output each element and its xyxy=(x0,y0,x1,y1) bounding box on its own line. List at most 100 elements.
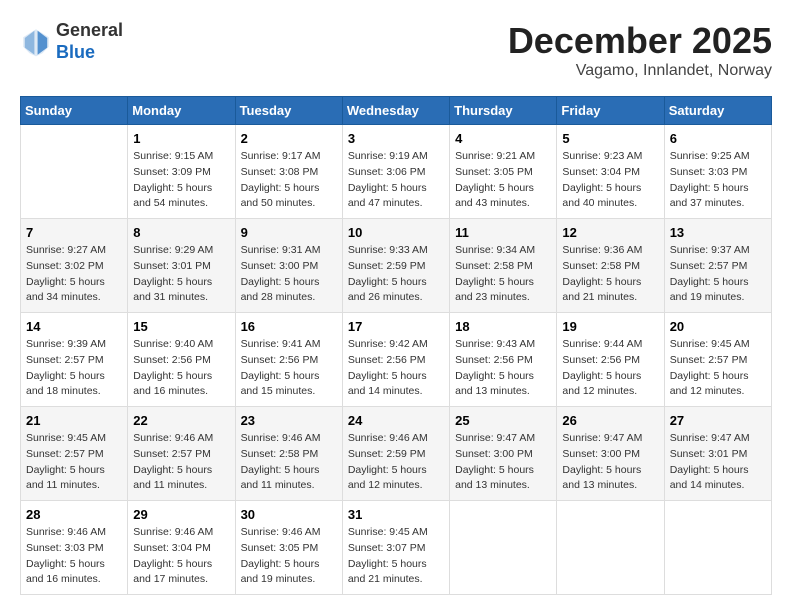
day-info: Sunrise: 9:27 AMSunset: 3:02 PMDaylight:… xyxy=(26,243,122,306)
col-friday: Friday xyxy=(557,97,664,125)
day-number: 28 xyxy=(26,507,122,522)
calendar-cell: 10 Sunrise: 9:33 AMSunset: 2:59 PMDayligh… xyxy=(342,219,449,313)
calendar-cell xyxy=(21,125,128,219)
calendar-cell: 29Sunrise: 9:46 AMSunset: 3:04 PMDayligh… xyxy=(128,501,235,595)
calendar-cell: 23 Sunrise: 9:46 AMSunset: 2:58 PMDayligh… xyxy=(235,407,342,501)
day-info: Sunrise: 9:44 AMSunset: 2:56 PMDaylight:… xyxy=(562,337,658,400)
calendar-cell xyxy=(450,501,557,595)
day-number: 3 xyxy=(348,131,444,146)
day-info: Sunrise: 9:17 AMSunset: 3:08 PMDaylight:… xyxy=(241,149,337,212)
day-info: Sunrise: 9:25 AMSunset: 3:03 PMDaylight:… xyxy=(670,149,766,212)
calendar-cell: 2 Sunrise: 9:17 AMSunset: 3:08 PMDaylight… xyxy=(235,125,342,219)
day-info: Sunrise: 9:34 AMSunset: 2:58 PMDaylight:… xyxy=(455,243,551,306)
day-number: 26 xyxy=(562,413,658,428)
calendar-cell xyxy=(664,501,771,595)
calendar-cell: 11 Sunrise: 9:34 AMSunset: 2:58 PMDayligh… xyxy=(450,219,557,313)
calendar-body: 1 Sunrise: 9:15 AMSunset: 3:09 PMDaylight… xyxy=(21,125,772,595)
day-number: 25 xyxy=(455,413,551,428)
day-info: Sunrise: 9:33 AMSunset: 2:59 PMDaylight:… xyxy=(348,243,444,306)
day-number: 7 xyxy=(26,225,122,240)
day-info: Sunrise: 9:39 AMSunset: 2:57 PMDaylight:… xyxy=(26,337,122,400)
day-info: Sunrise: 9:19 AMSunset: 3:06 PMDaylight:… xyxy=(348,149,444,212)
day-info: Sunrise: 9:47 AMSunset: 3:00 PMDaylight:… xyxy=(562,431,658,494)
col-saturday: Saturday xyxy=(664,97,771,125)
day-number: 31 xyxy=(348,507,444,522)
day-info: Sunrise: 9:46 AMSunset: 2:58 PMDaylight:… xyxy=(241,431,337,494)
day-number: 23 xyxy=(241,413,337,428)
col-tuesday: Tuesday xyxy=(235,97,342,125)
calendar-cell: 8 Sunrise: 9:29 AMSunset: 3:01 PMDaylight… xyxy=(128,219,235,313)
calendar-week-3: 14 Sunrise: 9:39 AMSunset: 2:57 PMDayligh… xyxy=(21,313,772,407)
day-number: 9 xyxy=(241,225,337,240)
day-info: Sunrise: 9:29 AMSunset: 3:01 PMDaylight:… xyxy=(133,243,229,306)
day-number: 6 xyxy=(670,131,766,146)
day-info: Sunrise: 9:47 AMSunset: 3:00 PMDaylight:… xyxy=(455,431,551,494)
day-number: 11 xyxy=(455,225,551,240)
day-number: 8 xyxy=(133,225,229,240)
day-info: Sunrise: 9:46 AMSunset: 3:05 PMDaylight:… xyxy=(241,525,337,588)
calendar-cell: 4 Sunrise: 9:21 AMSunset: 3:05 PMDaylight… xyxy=(450,125,557,219)
calendar-cell: 25 Sunrise: 9:47 AMSunset: 3:00 PMDayligh… xyxy=(450,407,557,501)
day-number: 12 xyxy=(562,225,658,240)
calendar-cell: 26 Sunrise: 9:47 AMSunset: 3:00 PMDayligh… xyxy=(557,407,664,501)
day-info: Sunrise: 9:41 AMSunset: 2:56 PMDaylight:… xyxy=(241,337,337,400)
col-sunday: Sunday xyxy=(21,97,128,125)
day-info: Sunrise: 9:45 AMSunset: 3:07 PMDaylight:… xyxy=(348,525,444,588)
day-info: Sunrise: 9:31 AMSunset: 3:00 PMDaylight:… xyxy=(241,243,337,306)
col-wednesday: Wednesday xyxy=(342,97,449,125)
calendar-cell xyxy=(557,501,664,595)
day-number: 29 xyxy=(133,507,229,522)
day-number: 27 xyxy=(670,413,766,428)
day-info: Sunrise: 9:46 AMSunset: 2:59 PMDaylight:… xyxy=(348,431,444,494)
day-number: 4 xyxy=(455,131,551,146)
logo: General Blue xyxy=(20,20,123,63)
day-info: Sunrise: 9:43 AMSunset: 2:56 PMDaylight:… xyxy=(455,337,551,400)
logo-icon xyxy=(20,26,52,58)
calendar-cell: 16 Sunrise: 9:41 AMSunset: 2:56 PMDayligh… xyxy=(235,313,342,407)
calendar-cell: 12 Sunrise: 9:36 AMSunset: 2:58 PMDayligh… xyxy=(557,219,664,313)
location-subtitle: Vagamo, Innlandet, Norway xyxy=(508,62,772,80)
day-number: 22 xyxy=(133,413,229,428)
calendar-cell: 17 Sunrise: 9:42 AMSunset: 2:56 PMDayligh… xyxy=(342,313,449,407)
col-thursday: Thursday xyxy=(450,97,557,125)
day-info: Sunrise: 9:23 AMSunset: 3:04 PMDaylight:… xyxy=(562,149,658,212)
logo-general: General xyxy=(56,20,123,42)
day-number: 15 xyxy=(133,319,229,334)
calendar-cell: 1 Sunrise: 9:15 AMSunset: 3:09 PMDaylight… xyxy=(128,125,235,219)
calendar-week-1: 1 Sunrise: 9:15 AMSunset: 3:09 PMDaylight… xyxy=(21,125,772,219)
day-info: Sunrise: 9:21 AMSunset: 3:05 PMDaylight:… xyxy=(455,149,551,212)
calendar-week-5: 28 Sunrise: 9:46 AMSunset: 3:03 PMDayligh… xyxy=(21,501,772,595)
day-number: 18 xyxy=(455,319,551,334)
calendar-cell: 6 Sunrise: 9:25 AMSunset: 3:03 PMDaylight… xyxy=(664,125,771,219)
day-info: Sunrise: 9:15 AMSunset: 3:09 PMDaylight:… xyxy=(133,149,229,212)
day-info: Sunrise: 9:40 AMSunset: 2:56 PMDaylight:… xyxy=(133,337,229,400)
day-number: 16 xyxy=(241,319,337,334)
calendar-cell: 18 Sunrise: 9:43 AMSunset: 2:56 PMDayligh… xyxy=(450,313,557,407)
calendar-cell: 20Sunrise: 9:45 AMSunset: 2:57 PMDayligh… xyxy=(664,313,771,407)
day-number: 2 xyxy=(241,131,337,146)
day-number: 17 xyxy=(348,319,444,334)
day-info: Sunrise: 9:47 AMSunset: 3:01 PMDaylight:… xyxy=(670,431,766,494)
month-title: December 2025 xyxy=(508,20,772,62)
calendar-week-4: 21Sunrise: 9:45 AMSunset: 2:57 PMDayligh… xyxy=(21,407,772,501)
day-number: 24 xyxy=(348,413,444,428)
calendar-week-2: 7 Sunrise: 9:27 AMSunset: 3:02 PMDaylight… xyxy=(21,219,772,313)
calendar-cell: 15 Sunrise: 9:40 AMSunset: 2:56 PMDayligh… xyxy=(128,313,235,407)
logo-blue: Blue xyxy=(56,42,123,64)
col-monday: Monday xyxy=(128,97,235,125)
day-info: Sunrise: 9:36 AMSunset: 2:58 PMDaylight:… xyxy=(562,243,658,306)
header-row: Sunday Monday Tuesday Wednesday Thursday… xyxy=(21,97,772,125)
day-info: Sunrise: 9:46 AMSunset: 3:03 PMDaylight:… xyxy=(26,525,122,588)
calendar-table: Sunday Monday Tuesday Wednesday Thursday… xyxy=(20,96,772,595)
day-info: Sunrise: 9:42 AMSunset: 2:56 PMDaylight:… xyxy=(348,337,444,400)
day-number: 1 xyxy=(133,131,229,146)
day-number: 10 xyxy=(348,225,444,240)
day-info: Sunrise: 9:46 AMSunset: 2:57 PMDaylight:… xyxy=(133,431,229,494)
day-number: 14 xyxy=(26,319,122,334)
day-info: Sunrise: 9:37 AMSunset: 2:57 PMDaylight:… xyxy=(670,243,766,306)
day-number: 19 xyxy=(562,319,658,334)
calendar-cell: 31 Sunrise: 9:45 AMSunset: 3:07 PMDayligh… xyxy=(342,501,449,595)
calendar-cell: 13Sunrise: 9:37 AMSunset: 2:57 PMDayligh… xyxy=(664,219,771,313)
title-block: December 2025 Vagamo, Innlandet, Norway xyxy=(508,20,772,80)
calendar-cell: 9 Sunrise: 9:31 AMSunset: 3:00 PMDaylight… xyxy=(235,219,342,313)
